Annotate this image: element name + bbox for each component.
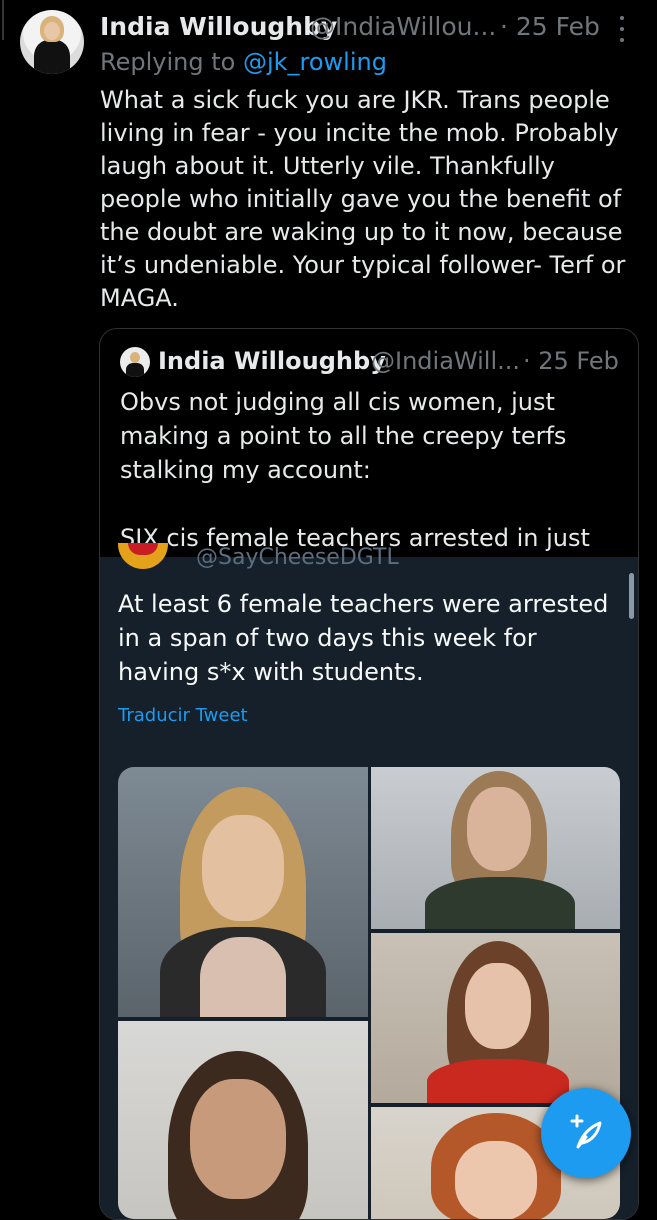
author-avatar[interactable] xyxy=(20,10,84,74)
quoted-author-name: India Willoughby xyxy=(158,347,386,375)
replying-to-line: Replying to @jk_rowling xyxy=(100,48,387,76)
thread-line xyxy=(2,0,4,40)
translate-link: Traducir Tweet xyxy=(118,705,248,726)
embedded-logo-avatar xyxy=(118,543,168,569)
tweet-header: India Willoughby @IndiaWillou... · 25 Fe… xyxy=(100,12,640,46)
tweet-text: What a sick fuck you are JKR. Trans peop… xyxy=(100,86,634,312)
mugshot-photo-2 xyxy=(371,767,620,929)
author-name[interactable]: India Willoughby xyxy=(100,12,337,41)
embedded-scrollbar xyxy=(629,573,634,619)
mugshot-photo-1 xyxy=(118,767,368,1017)
tweet-date[interactable]: · 25 Feb xyxy=(500,12,600,41)
embedded-handle: @SayCheeseDGTL xyxy=(196,545,399,570)
quoted-tweet-date: · 25 Feb xyxy=(523,347,619,375)
author-handle[interactable]: @IndiaWillou... xyxy=(310,12,496,41)
replying-prefix: Replying to xyxy=(100,48,236,76)
mugshot-photo-3 xyxy=(371,933,620,1103)
quoted-tweet[interactable]: India Willoughby @IndiaWill... · 25 Feb … xyxy=(99,328,639,1220)
quoted-author-handle: @IndiaWill... xyxy=(371,347,520,375)
compose-plus-feather-icon xyxy=(570,1114,602,1149)
embedded-tweet-text: At least 6 female teachers were arrested… xyxy=(118,590,609,686)
replying-to-link[interactable]: @jk_rowling xyxy=(243,48,387,76)
quoted-author-avatar xyxy=(120,347,150,377)
avatar-face xyxy=(44,22,60,40)
mugshot-photo-4 xyxy=(118,1021,368,1219)
more-vertical-icon[interactable] xyxy=(618,16,626,42)
compose-button[interactable] xyxy=(541,1088,631,1178)
avatar-figure xyxy=(34,40,70,74)
